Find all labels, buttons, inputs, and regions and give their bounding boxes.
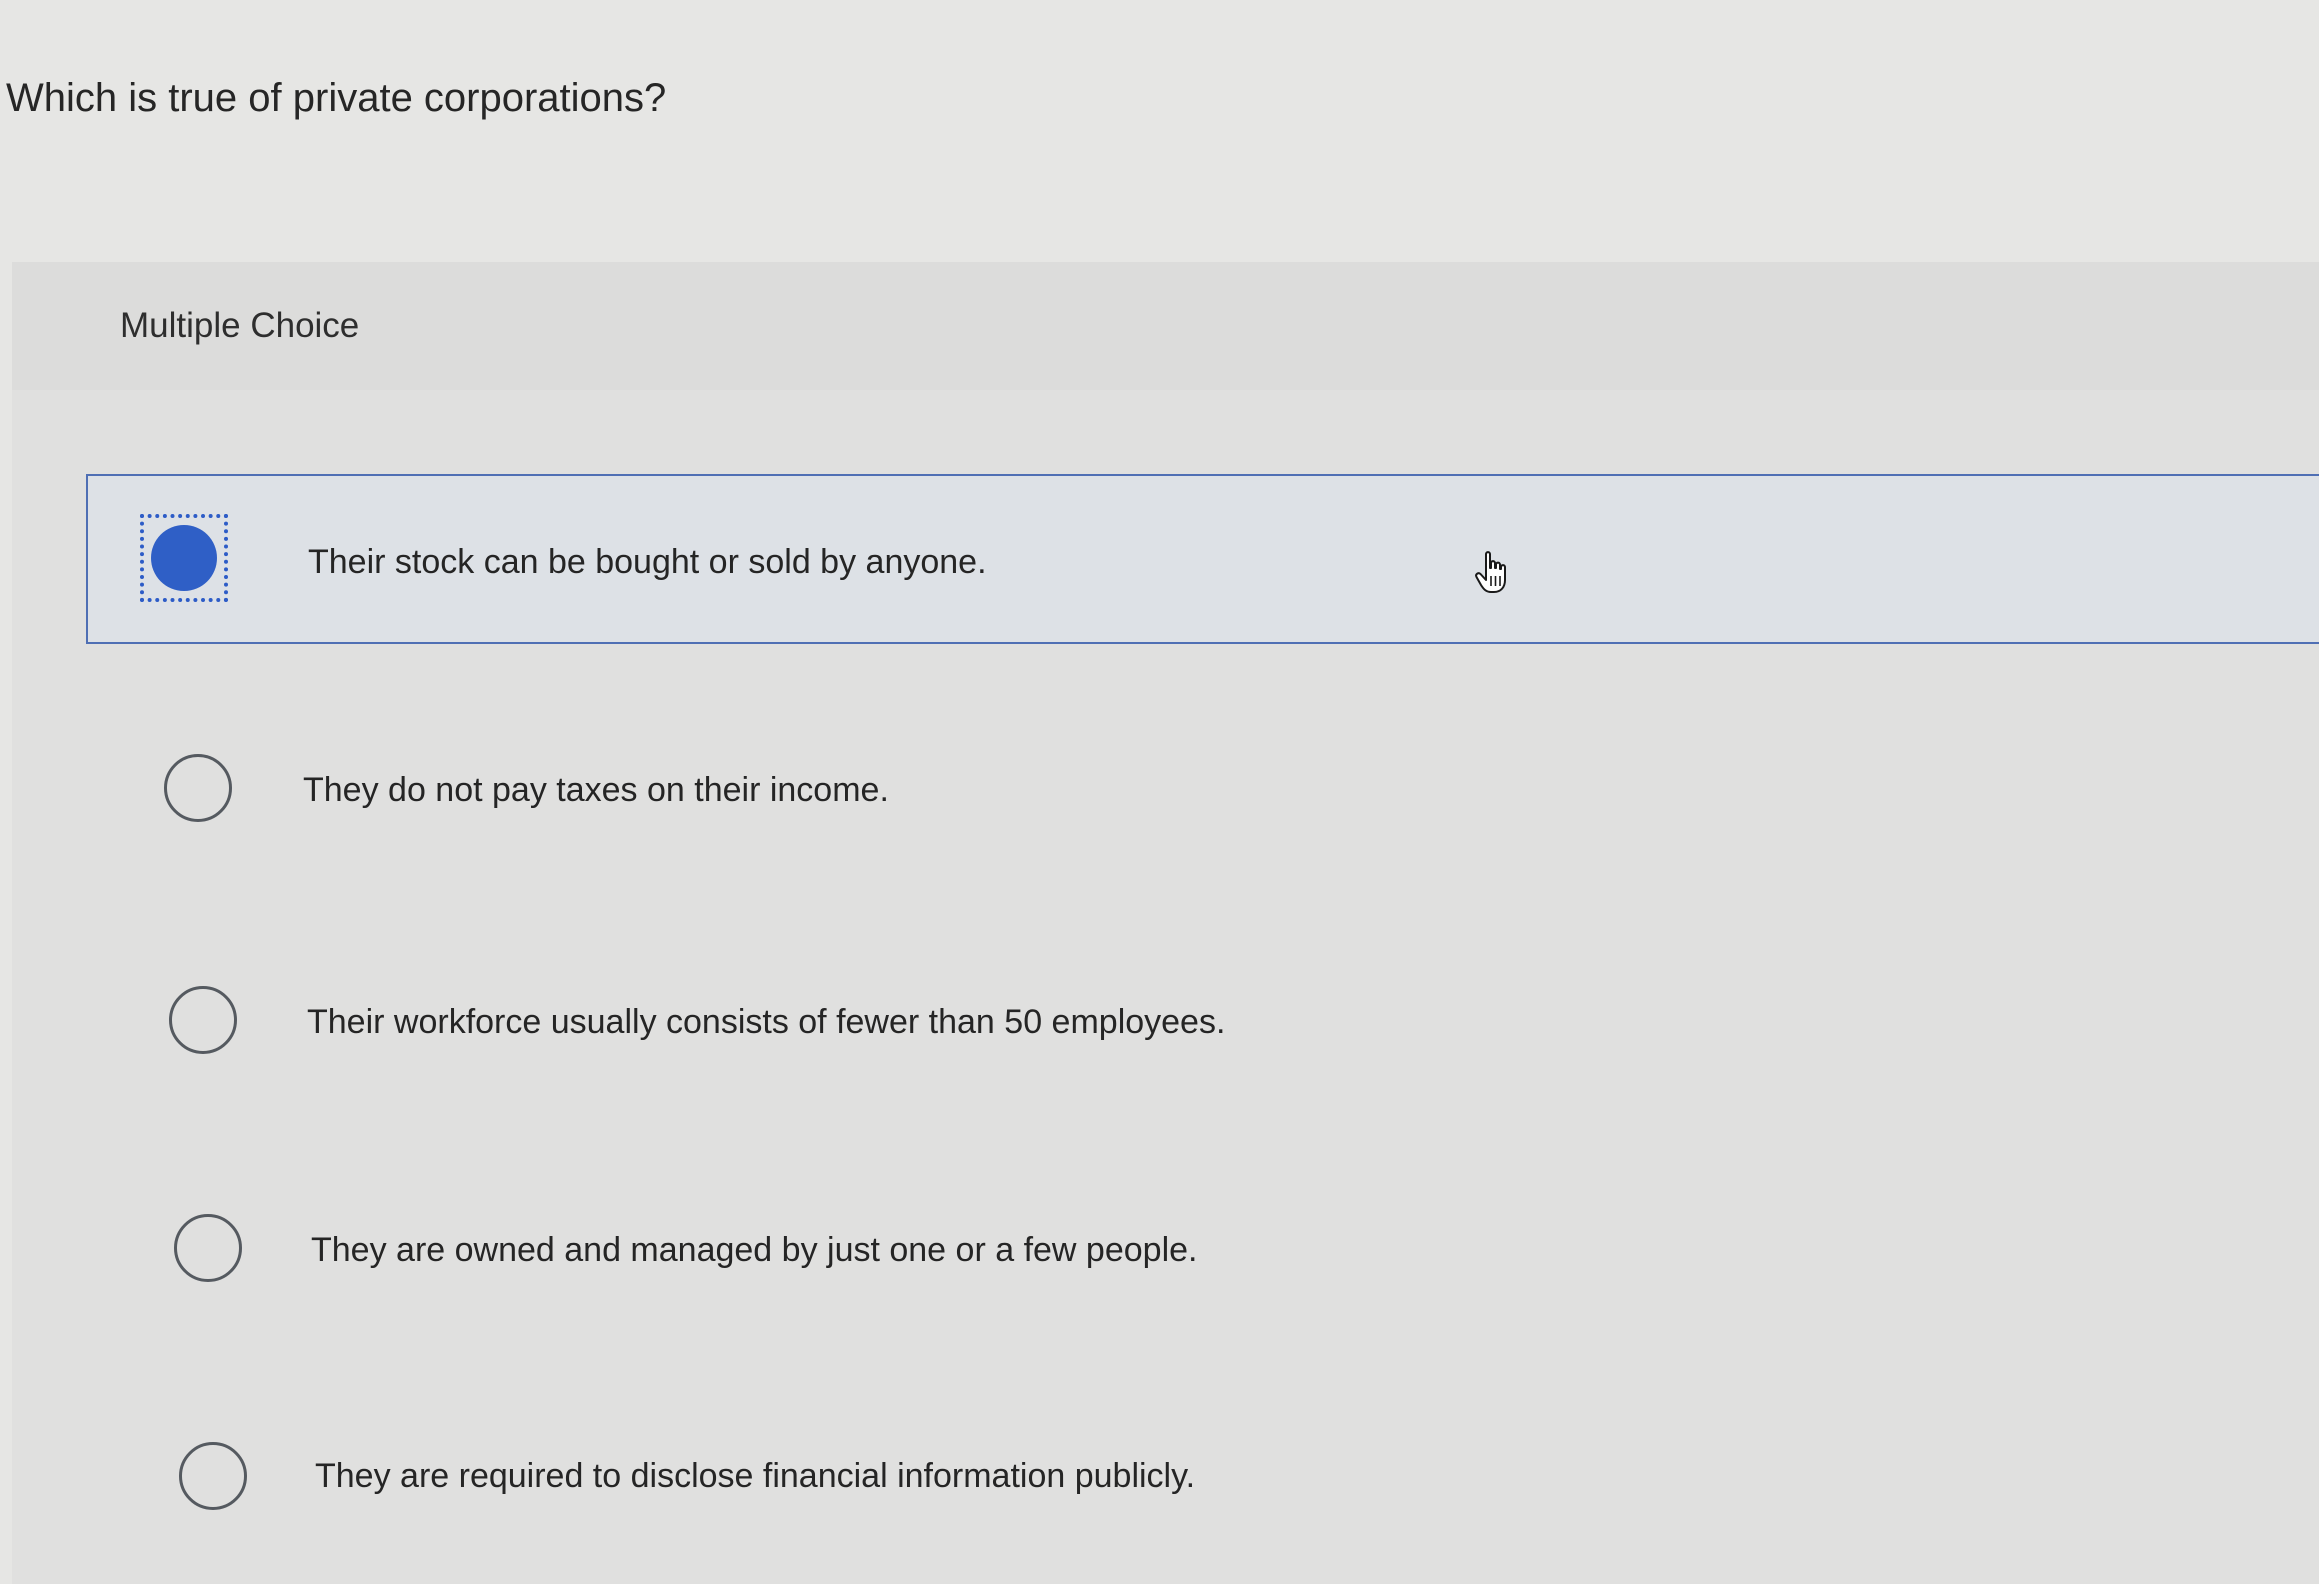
- radio-unselected-icon[interactable]: [179, 1442, 247, 1510]
- answer-option-3[interactable]: Their workforce usually consists of fewe…: [84, 942, 2319, 1106]
- question-type-label: Multiple Choice: [120, 306, 360, 345]
- panel-header: Multiple Choice: [12, 262, 2319, 390]
- radio-unselected-icon[interactable]: [169, 986, 237, 1054]
- answer-option-5[interactable]: They are required to disclose financial …: [84, 1396, 2319, 1560]
- answer-option-4[interactable]: They are owned and managed by just one o…: [84, 1168, 2319, 1332]
- answer-option-label: Their workforce usually consists of fewe…: [307, 1003, 1226, 1041]
- answer-option-2[interactable]: They do not pay taxes on their income.: [84, 710, 2319, 874]
- radio-unselected-icon[interactable]: [174, 1214, 242, 1282]
- radio-unselected-icon[interactable]: [164, 754, 232, 822]
- answer-option-label: They are required to disclose financial …: [315, 1457, 1196, 1495]
- answer-option-label: Their stock can be bought or sold by any…: [308, 543, 987, 581]
- radio-selected-icon[interactable]: [151, 525, 217, 591]
- answer-option-1[interactable]: Their stock can be bought or sold by any…: [86, 474, 2319, 644]
- question-text: Which is true of private corporations?: [6, 76, 667, 120]
- hand-pointer-icon: [1475, 551, 1506, 593]
- multiple-choice-panel: Multiple Choice Their stock can be bough…: [12, 262, 2319, 1584]
- answer-option-label: They are owned and managed by just one o…: [311, 1231, 1198, 1269]
- radio-focus-ring: [140, 514, 228, 602]
- answer-option-label: They do not pay taxes on their income.: [303, 771, 889, 809]
